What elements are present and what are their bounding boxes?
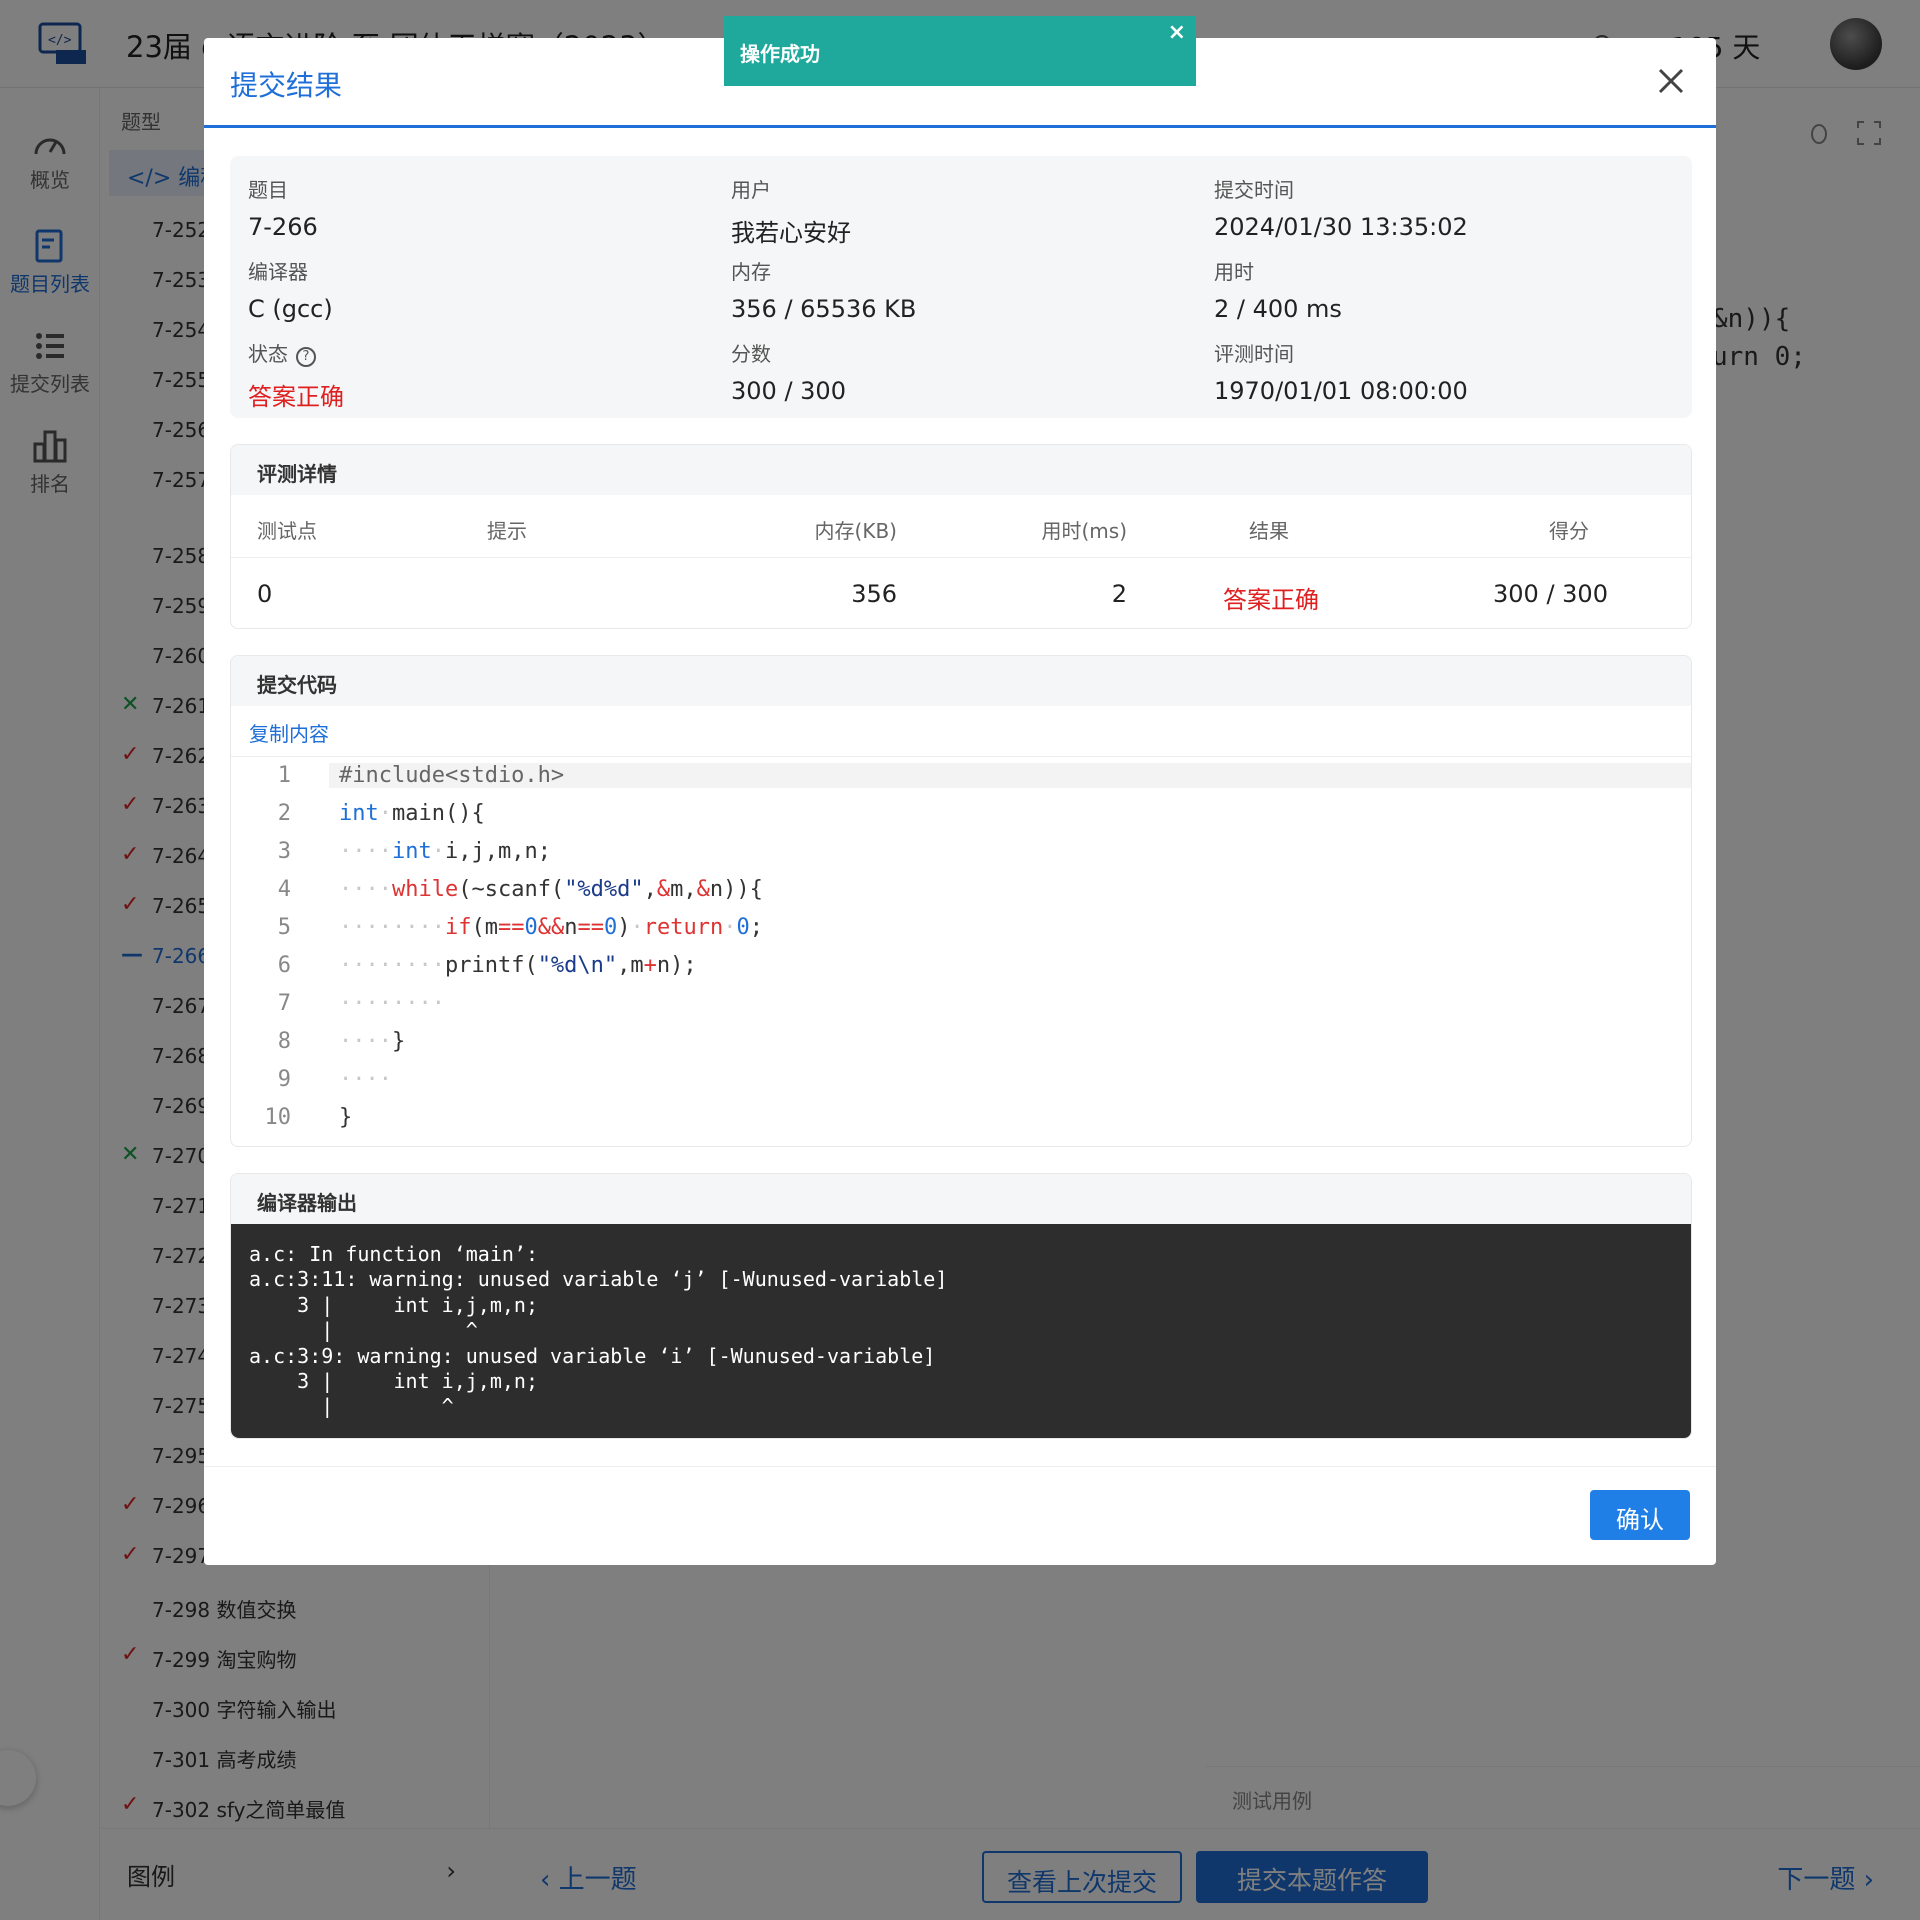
submitted-code: 提交代码 复制内容 #include<stdio.h> int·main(){ … bbox=[230, 655, 1692, 1147]
compiler-output-title: 编译器输出 bbox=[231, 1174, 1691, 1224]
info-compiler: 编译器 C (gcc) bbox=[248, 256, 333, 323]
dialog-title: 提交结果 bbox=[230, 69, 343, 102]
toast-close-icon[interactable]: × bbox=[1168, 20, 1186, 45]
dialog-footer-divider bbox=[204, 1466, 1716, 1467]
judge-time-value: 1970/01/01 08:00:00 bbox=[1214, 377, 1468, 405]
close-icon[interactable] bbox=[1654, 64, 1688, 98]
judge-details: 评测详情 测试点 提示 内存(KB) 用时(ms) 结果 得分 0 356 2 … bbox=[230, 444, 1692, 629]
col-case: 测试点 bbox=[257, 519, 317, 543]
line-number: 4 bbox=[277, 877, 291, 902]
compiler-output: 编译器输出 a.c: In function ‘main’: a.c:3:11:… bbox=[230, 1173, 1692, 1439]
line-number: 5 bbox=[277, 915, 291, 940]
status-label: 状态 bbox=[248, 342, 288, 366]
toast-message: 操作成功 bbox=[740, 42, 820, 66]
user-value: 我若心安好 bbox=[731, 219, 851, 247]
info-problem: 题目 7-266 bbox=[248, 174, 318, 241]
score-label: 分数 bbox=[731, 342, 771, 366]
copy-content-link[interactable]: 复制内容 bbox=[249, 718, 329, 747]
line-number: 10 bbox=[264, 1105, 292, 1130]
submitted-code-title: 提交代码 bbox=[231, 656, 1691, 706]
time-label: 用时 bbox=[1214, 260, 1254, 284]
user-label: 用户 bbox=[731, 178, 771, 202]
submission-result-dialog: 提交结果 题目 7-266 用户我若心安好 提交时间 2024/01/30 13:3… bbox=[204, 38, 1716, 1565]
divider bbox=[231, 557, 1691, 558]
row-score: 300 / 300 bbox=[1493, 580, 1608, 608]
col-score: 得分 bbox=[1549, 519, 1589, 543]
help-icon[interactable]: ? bbox=[296, 347, 316, 367]
line-number: 9 bbox=[277, 1067, 291, 1092]
line-number: 1 bbox=[277, 763, 291, 788]
submit-time-label: 提交时间 bbox=[1214, 178, 1294, 202]
info-score: 分数 300 / 300 bbox=[731, 338, 846, 405]
judge-details-title: 评测详情 bbox=[231, 445, 1691, 495]
time-value: 2 / 400 ms bbox=[1214, 295, 1342, 323]
submission-info: 题目 7-266 用户 我若心安好 提交时间 2024/01/30 13:35:02 … bbox=[230, 156, 1692, 418]
info-user: 用户 我若心安好 bbox=[731, 174, 851, 248]
confirm-button[interactable]: 确认 bbox=[1590, 1490, 1690, 1540]
row-time: 2 bbox=[1111, 580, 1127, 608]
col-result: 结果 bbox=[1249, 519, 1289, 543]
memory-value: 356 / 65536 KB bbox=[731, 295, 917, 323]
compiler-label: 编译器 bbox=[248, 260, 308, 284]
row-case: 0 bbox=[257, 580, 273, 608]
col-memory: 内存(KB) bbox=[814, 519, 897, 543]
memory-label: 内存 bbox=[731, 260, 771, 284]
row-result: 答案正确 bbox=[1223, 586, 1319, 614]
info-memory: 内存 356 / 65536 KB bbox=[731, 256, 916, 323]
info-judge-time: 评测时间 1970/01/01 08:00:00 bbox=[1214, 338, 1468, 405]
line-number: 7 bbox=[277, 991, 291, 1016]
col-time: 用时(ms) bbox=[1041, 519, 1127, 543]
line-number: 8 bbox=[277, 1029, 291, 1054]
code-viewer[interactable]: #include<stdio.h> int·main(){ ····int·i,… bbox=[231, 756, 1691, 1146]
problem-label: 题目 bbox=[248, 178, 288, 202]
line-number: 6 bbox=[277, 953, 291, 978]
compiler-value: C (gcc) bbox=[248, 295, 333, 323]
line-number: 3 bbox=[277, 839, 291, 864]
info-time: 用时 2 / 400 ms bbox=[1214, 256, 1342, 323]
row-memory: 356 bbox=[851, 580, 897, 608]
problem-value: 7-266 bbox=[248, 213, 318, 241]
line-number: 2 bbox=[277, 801, 291, 826]
info-status: 状态? 答案正确 bbox=[248, 338, 344, 412]
judge-time-label: 评测时间 bbox=[1214, 342, 1294, 366]
success-toast: 操作成功 × bbox=[724, 16, 1196, 86]
compiler-output-text: a.c: In function ‘main’: a.c:3:11: warni… bbox=[231, 1224, 1691, 1438]
col-hint: 提示 bbox=[487, 519, 527, 543]
status-value: 答案正确 bbox=[248, 383, 344, 411]
score-value: 300 / 300 bbox=[731, 377, 846, 405]
info-submit-time: 提交时间 2024/01/30 13:35:02 bbox=[1214, 174, 1468, 241]
submit-time-value: 2024/01/30 13:35:02 bbox=[1214, 213, 1468, 241]
